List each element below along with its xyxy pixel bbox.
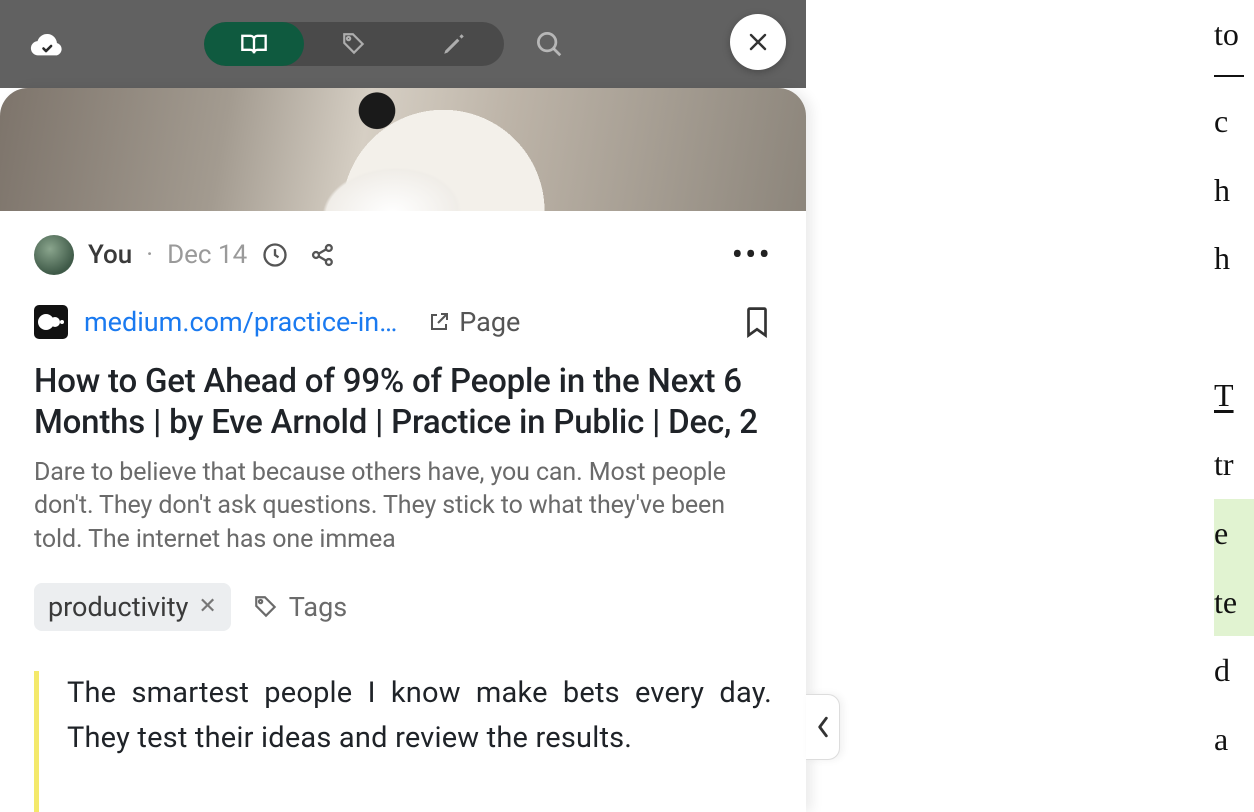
reader-fragment: e <box>1214 499 1254 568</box>
more-horizontal-icon: ••• <box>732 235 772 275</box>
highlight-quote: The smartest people I know make bets eve… <box>34 671 772 812</box>
share-button[interactable] <box>309 241 337 269</box>
article-excerpt: Dare to believe that because others have… <box>0 444 806 557</box>
reader-fragment: T <box>1214 361 1254 430</box>
avatar[interactable] <box>34 235 74 275</box>
source-url-link[interactable]: medium.com/practice-in… <box>84 306 397 338</box>
tag-outline-icon <box>253 594 279 620</box>
quote-paragraph: The smartest people I know make bets eve… <box>67 671 772 761</box>
meta-row: You · Dec 14 ••• <box>0 211 806 275</box>
reader-toolbar <box>0 0 806 88</box>
highlights-mode-tab[interactable] <box>404 22 504 66</box>
tags-mode-tab[interactable] <box>304 22 404 66</box>
source-row: medium.com/practice-in… Page <box>0 275 806 339</box>
author-label: You <box>88 240 132 270</box>
page-label: Page <box>459 306 520 338</box>
highlighter-icon <box>441 31 467 57</box>
more-menu-button[interactable]: ••• <box>732 235 772 275</box>
reader-fragment: to <box>1214 0 1254 69</box>
reader-separator <box>1214 75 1244 77</box>
read-later-button[interactable] <box>261 241 289 269</box>
reader-fragment: h <box>1214 156 1254 225</box>
sync-cloud-icon <box>30 27 64 61</box>
article-card: You · Dec 14 ••• mediu <box>0 88 806 812</box>
reader-fragment: a <box>1214 705 1254 774</box>
meta-separator: · <box>146 240 153 270</box>
quote-paragraph: They don't make decisions from assumptio… <box>67 803 772 812</box>
chevron-left-icon <box>816 716 830 738</box>
hero-image <box>0 88 806 211</box>
article-title: How to Get Ahead of 99% of People in the… <box>0 339 806 444</box>
reader-fragment: c <box>1214 87 1254 156</box>
tags-row: productivity ✕ Tags <box>0 557 806 631</box>
tags-button-label: Tags <box>289 591 347 623</box>
close-button[interactable] <box>730 14 786 70</box>
article-detail-panel: You · Dec 14 ••• mediu <box>0 0 806 812</box>
tag-remove-icon[interactable]: ✕ <box>198 594 216 619</box>
reader-fragment: h <box>1214 224 1254 293</box>
tag-icon <box>341 31 367 57</box>
close-icon <box>746 30 770 54</box>
search-button[interactable] <box>534 29 564 59</box>
reader-fragment: tr <box>1214 430 1254 499</box>
reader-fragment: te <box>1214 568 1254 637</box>
bookmark-icon <box>742 305 772 339</box>
share-icon <box>309 241 337 269</box>
book-open-icon <box>240 32 268 56</box>
background-reader-column: to c h h T tr e te d a <box>1214 0 1254 812</box>
reader-mode-tab[interactable] <box>204 22 304 66</box>
view-mode-segmented <box>204 22 504 66</box>
reader-fragment: d <box>1214 636 1254 705</box>
open-original-button[interactable]: Page <box>427 306 520 338</box>
bookmark-button[interactable] <box>742 305 772 339</box>
clock-icon <box>261 241 289 269</box>
tag-chip[interactable]: productivity ✕ <box>34 583 231 631</box>
tag-chip-label: productivity <box>48 591 188 623</box>
external-link-icon <box>427 310 451 334</box>
saved-date: Dec 14 <box>167 240 247 270</box>
add-tags-button[interactable]: Tags <box>253 591 347 623</box>
collapse-panel-button[interactable] <box>806 694 840 760</box>
search-icon <box>534 29 564 59</box>
medium-logo-icon <box>34 305 68 339</box>
